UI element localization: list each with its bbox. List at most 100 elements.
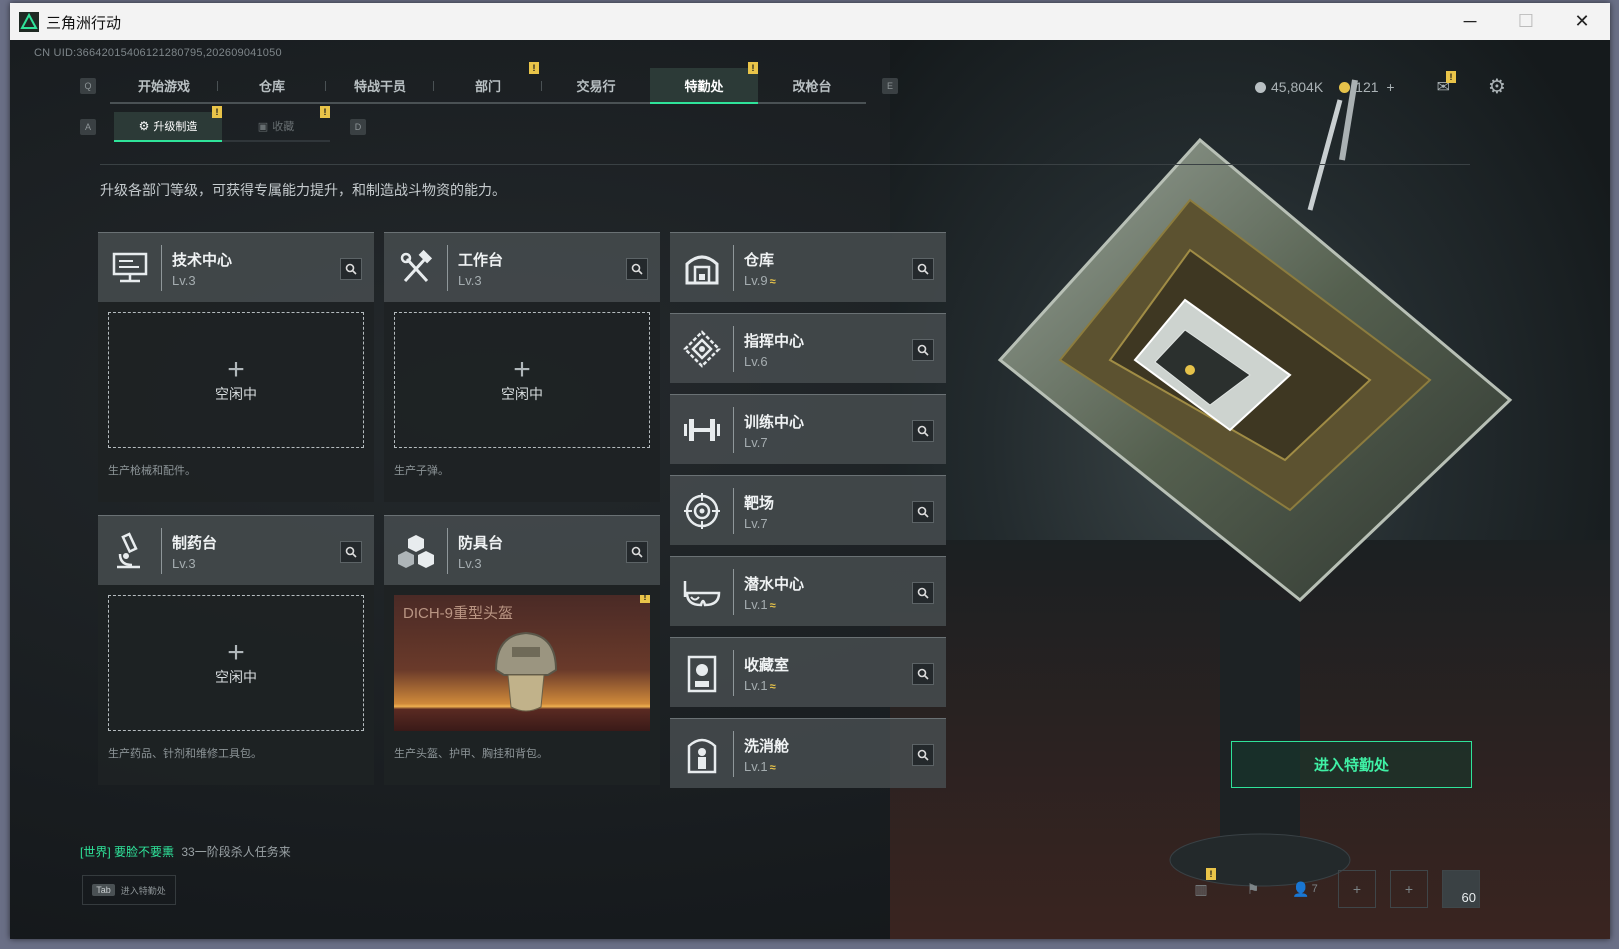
settings-gear-icon[interactable]: ⚙ xyxy=(1488,74,1506,99)
tab-key-hint[interactable]: Tab 进入特勤处 xyxy=(82,875,176,905)
dept-level: Lv.6 xyxy=(744,354,768,369)
notification-badge: ! xyxy=(1446,70,1457,83)
subtab-label: 收藏 xyxy=(272,121,295,133)
card-divider xyxy=(733,488,734,534)
tab-label: 仓库 xyxy=(258,78,285,94)
search-icon[interactable] xyxy=(912,663,934,685)
friends-icon[interactable]: 👤 7 xyxy=(1286,870,1324,908)
dept-card-warehouse[interactable]: 仓库 Lv.9 ≈ xyxy=(670,232,946,302)
tab-start-game[interactable]: 开始游戏 xyxy=(110,68,218,104)
tab-market[interactable]: 交易行 xyxy=(542,68,650,104)
plus-icon: + xyxy=(513,353,531,386)
crafting-product-card[interactable]: DICH-9重型头盔 ! xyxy=(394,595,650,731)
sub-nav: A ⚙ 升级制造 ! ▣ 收藏 ! D xyxy=(80,106,366,142)
tab-special-ops[interactable]: 特勤处! xyxy=(650,62,758,104)
microscope-icon xyxy=(108,529,152,573)
empty-slot[interactable]: + 空闲中 xyxy=(108,595,364,731)
delta-logo-icon xyxy=(19,12,39,32)
search-icon[interactable] xyxy=(912,582,934,604)
tab-departments[interactable]: 部门! xyxy=(434,62,542,104)
warehouse-icon xyxy=(680,246,724,290)
dept-card-collection-room[interactable]: 收藏室 Lv.1 ≈ xyxy=(670,637,946,707)
slot-caption: 生产子弹。 xyxy=(394,465,449,477)
card-divider xyxy=(161,245,162,291)
search-icon[interactable] xyxy=(912,501,934,523)
dept-card-workbench[interactable]: 工作台 Lv.3 xyxy=(384,232,660,302)
subtab-upgrade-craft[interactable]: ⚙ 升级制造 ! xyxy=(114,106,222,142)
empty-slot[interactable]: + 空闲中 xyxy=(394,312,650,448)
tab-label: 部门 xyxy=(474,78,501,94)
search-icon[interactable] xyxy=(340,541,362,563)
subnav-prev-key-hint[interactable]: A xyxy=(80,119,96,135)
nav-prev-key-hint[interactable]: Q xyxy=(80,78,96,94)
upgrade-available-icon: ≈ xyxy=(769,276,776,288)
tab-operators[interactable]: 特战干员 xyxy=(326,68,434,104)
card-divider xyxy=(161,528,162,574)
search-icon[interactable] xyxy=(626,541,648,563)
search-icon[interactable] xyxy=(340,258,362,280)
tab-warehouse[interactable]: 仓库 xyxy=(218,68,326,104)
notification-badge: ! xyxy=(212,106,222,118)
dept-level: Lv.1 ≈ xyxy=(744,759,776,774)
dept-name: 潜水中心 xyxy=(744,576,805,593)
craft-slot-armor-bench[interactable]: DICH-9重型头盔 ! 生产头盔、护甲、胸挂和背包。 xyxy=(384,585,660,785)
tab-label: 开始游戏 xyxy=(137,78,190,94)
crosshair-icon xyxy=(680,489,724,533)
dept-card-training-center[interactable]: 训练中心 Lv.7 xyxy=(670,394,946,464)
dept-card-armor-bench[interactable]: 防具台 Lv.3 xyxy=(384,515,660,585)
tab-hint-label: 进入特勤处 xyxy=(120,885,166,896)
dept-card-decon-pod[interactable]: 洗消舱 Lv.1 ≈ xyxy=(670,718,946,788)
tab-gunsmith[interactable]: 改枪台 xyxy=(758,68,866,104)
dept-card-tech-center[interactable]: 技术中心 Lv.3 xyxy=(98,232,374,302)
player-avatar[interactable]: 60 xyxy=(1442,870,1480,908)
craft-slot-tech-center[interactable]: + 空闲中 生产枪械和配件。 xyxy=(98,302,374,502)
dept-name: 技术中心 xyxy=(172,252,233,269)
dept-name: 训练中心 xyxy=(744,414,805,431)
craft-slot-pharmacy[interactable]: + 空闲中 生产药品、针剂和维修工具包。 xyxy=(98,585,374,785)
game-window: 三角洲行动 ─ ☐ ✕ C xyxy=(10,3,1610,939)
add-party-slot-button[interactable]: + xyxy=(1390,870,1428,908)
card-divider xyxy=(447,528,448,574)
search-icon[interactable] xyxy=(912,744,934,766)
empty-slot[interactable]: + 空闲中 xyxy=(108,312,364,448)
subtab-collection[interactable]: ▣ 收藏 ! xyxy=(222,106,330,142)
maximize-button[interactable]: ☐ xyxy=(1498,3,1554,40)
minimize-button[interactable]: ─ xyxy=(1442,3,1498,40)
dept-card-pharmacy[interactable]: 制药台 Lv.3 xyxy=(98,515,374,585)
dept-name: 防具台 xyxy=(458,535,504,552)
add-gold-button[interactable]: + xyxy=(1386,79,1394,95)
slot-caption: 生产头盔、护甲、胸挂和背包。 xyxy=(394,748,548,760)
display-case-icon xyxy=(680,651,724,695)
special-ops-scene xyxy=(890,40,1610,939)
diamond-target-icon xyxy=(680,327,724,371)
stats-chart-icon[interactable]: ▥! xyxy=(1182,868,1220,908)
subnav-next-key-hint[interactable]: D xyxy=(350,119,366,135)
dept-name: 收藏室 xyxy=(744,657,790,674)
dept-name: 仓库 xyxy=(744,252,775,269)
enter-special-ops-button[interactable]: 进入特勤处 xyxy=(1231,741,1472,788)
flag-icon[interactable]: ⚑ xyxy=(1234,870,1272,908)
notification-badge: ! xyxy=(640,595,650,603)
tab-label: 改枪台 xyxy=(792,78,832,94)
dept-card-command-center[interactable]: 指挥中心 Lv.6 xyxy=(670,313,946,383)
search-icon[interactable] xyxy=(912,339,934,361)
close-button[interactable]: ✕ xyxy=(1554,3,1610,40)
mail-icon[interactable]: ✉! xyxy=(1437,70,1457,97)
dept-card-shooting-range[interactable]: 靶场 Lv.7 xyxy=(670,475,946,545)
chat-message[interactable]: [世界] 要脸不要熏 33一阶段杀人任务来 xyxy=(80,843,291,860)
upgrade-available-icon: ≈ xyxy=(769,681,776,693)
window-title: 三角洲行动 xyxy=(46,15,122,32)
add-party-slot-button[interactable]: + xyxy=(1338,870,1376,908)
nav-next-key-hint[interactable]: E xyxy=(882,78,898,94)
plus-icon: + xyxy=(227,353,245,386)
dept-level: Lv.7 xyxy=(744,435,768,450)
search-icon[interactable] xyxy=(912,258,934,280)
search-icon[interactable] xyxy=(626,258,648,280)
main-nav: Q 开始游戏 仓库 特战干员 部门! 交易行 特勤处! 改枪台 E xyxy=(80,62,898,104)
craft-slot-workbench[interactable]: + 空闲中 生产子弹。 xyxy=(384,302,660,502)
dept-name: 靶场 xyxy=(744,495,775,512)
card-divider xyxy=(733,731,734,777)
search-icon[interactable] xyxy=(912,420,934,442)
dept-card-diving-center[interactable]: 潜水中心 Lv.1 ≈ xyxy=(670,556,946,626)
page-description: 升级各部门等级，可获得专属能力提升，和制造战斗物资的能力。 xyxy=(100,182,506,198)
